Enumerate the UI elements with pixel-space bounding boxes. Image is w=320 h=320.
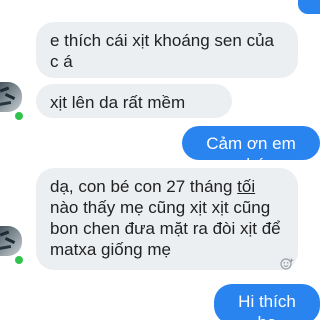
previous-outgoing-bubble-edge bbox=[298, 0, 320, 14]
message-text: e thích cái xịt khoáng sen của c á bbox=[50, 31, 274, 71]
underlined-word: tối bbox=[237, 177, 256, 196]
message-text-part: dạ, con bé con 27 tháng bbox=[50, 177, 238, 196]
message-text: Hi thích ha bbox=[238, 292, 296, 320]
online-status-indicator bbox=[13, 110, 25, 122]
online-status-indicator bbox=[13, 254, 25, 266]
incoming-message-bubble[interactable]: e thích cái xịt khoáng sen của c á bbox=[36, 22, 298, 78]
message-text-part: nào thấy mẹ cũng xịt xịt cũng bon chen đ… bbox=[50, 198, 281, 259]
contact-avatar[interactable] bbox=[0, 82, 22, 112]
contact-avatar[interactable] bbox=[0, 226, 22, 256]
message-text: xịt lên da rất mềm bbox=[50, 93, 186, 112]
incoming-message-bubble[interactable]: dạ, con bé con 27 tháng tối nào thấy mẹ … bbox=[36, 168, 298, 270]
outgoing-message-bubble[interactable]: Hi thích ha bbox=[214, 284, 320, 320]
chat-screen: e thích cái xịt khoáng sen của c á xịt l… bbox=[0, 0, 320, 320]
outgoing-message-bubble[interactable]: Cảm ơn em nhé bbox=[182, 126, 320, 174]
incoming-message-bubble[interactable]: xịt lên da rất mềm bbox=[36, 84, 232, 118]
smiley-plus-icon[interactable] bbox=[280, 257, 294, 271]
